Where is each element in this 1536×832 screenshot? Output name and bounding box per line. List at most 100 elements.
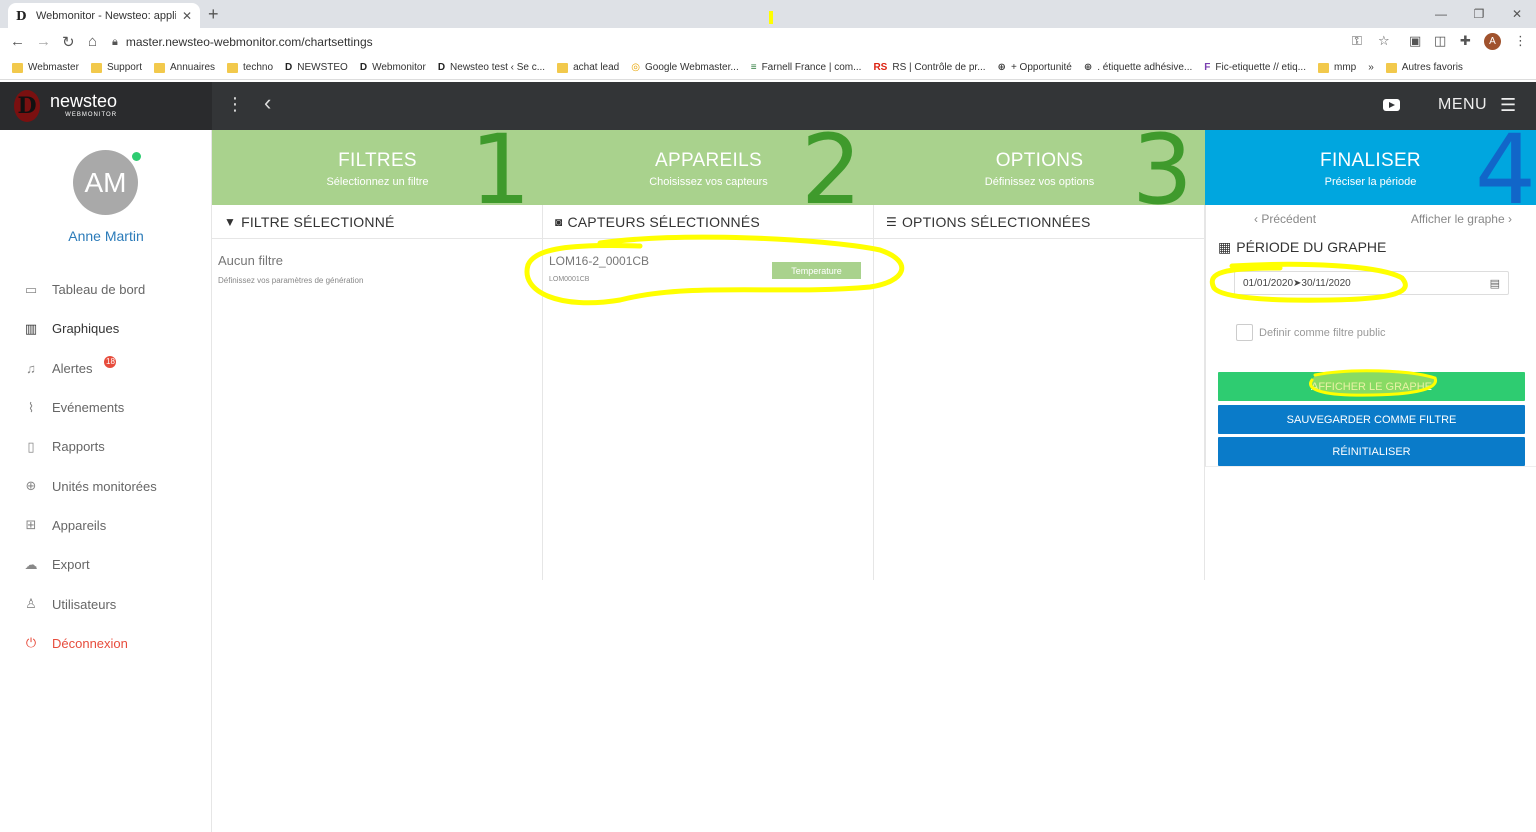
google-icon: ◎ bbox=[631, 62, 640, 73]
finalize-nav: ‹ Précédent Afficher le graphe › bbox=[1206, 205, 1536, 232]
public-filter-checkbox[interactable] bbox=[1236, 324, 1253, 341]
user-name[interactable]: Anne Martin bbox=[0, 228, 212, 244]
forward-arrow-icon[interactable]: → bbox=[36, 33, 51, 50]
bookmark-item[interactable]: mmp bbox=[1318, 62, 1356, 73]
sensor-type-badge: Temperature bbox=[772, 262, 861, 279]
extension-icon[interactable]: ▣ bbox=[1409, 33, 1421, 49]
step-subtitle: Sélectionnez un filtre bbox=[326, 176, 429, 188]
step-subtitle: Préciser la période bbox=[1324, 176, 1417, 188]
close-window-icon[interactable]: ✕ bbox=[1498, 0, 1536, 28]
calendar-picker-icon[interactable]: ▤ bbox=[1490, 277, 1500, 290]
bookmark-label: Webmaster bbox=[28, 62, 79, 73]
sidebar-item-user[interactable]: ♙ Utilisateurs bbox=[0, 584, 212, 623]
bookmark-item[interactable]: ⊕ . étiquette adhésive... bbox=[1084, 62, 1192, 73]
bookmark-item[interactable]: Autres favoris bbox=[1385, 62, 1463, 73]
lock-icon: 🔒︎ bbox=[112, 35, 118, 48]
bookmark-item[interactable]: Support bbox=[90, 62, 142, 73]
bookmark-item[interactable]: » bbox=[1368, 62, 1374, 73]
reset-button[interactable]: RÉINITIALISER bbox=[1218, 437, 1525, 466]
sidebar-item-label: Appareils bbox=[52, 517, 107, 533]
sidebar-item-book[interactable]: ▯ Rapports bbox=[0, 427, 212, 466]
step-finaliser[interactable]: 4 FINALISER Préciser la période bbox=[1205, 130, 1536, 205]
newsteo-logo[interactable]: D newsteo WEBMONITOR bbox=[0, 82, 212, 130]
close-tab-icon[interactable]: ✕ bbox=[182, 9, 192, 23]
home-icon[interactable]: ⌂ bbox=[88, 33, 97, 50]
sidebar-item-paperclip[interactable]: ⌇ Evénements bbox=[0, 388, 212, 427]
sidebar-item-cloud[interactable]: ☁ Export bbox=[0, 545, 212, 584]
step-subtitle: Choisissez vos capteurs bbox=[649, 176, 768, 188]
sidebar: AM Anne Martin ▭ Tableau de bord ▥ Graphiqu… bbox=[0, 130, 212, 832]
restore-icon[interactable]: ❐ bbox=[1460, 0, 1498, 28]
profile-avatar[interactable]: A bbox=[1484, 33, 1501, 50]
folder-icon bbox=[153, 62, 165, 73]
bookmark-item[interactable]: Webmaster bbox=[12, 62, 79, 73]
sensors-heading: ◙ CAPTEURS SÉLECTIONNÉS bbox=[543, 205, 873, 239]
bookmark-item[interactable]: D Newsteo test ‹ Se c... bbox=[438, 62, 545, 73]
sidebar-item-label: Evénements bbox=[52, 400, 125, 416]
youtube-icon[interactable] bbox=[1383, 99, 1400, 111]
collapse-sidebar-icon[interactable]: ‹ bbox=[264, 90, 271, 116]
bell-icon: ♫ bbox=[26, 360, 36, 376]
pocket-icon[interactable]: ◫ bbox=[1434, 33, 1446, 49]
bookmark-item[interactable]: Annuaires bbox=[153, 62, 215, 73]
more-vertical-icon[interactable]: ⋮ bbox=[1514, 33, 1527, 49]
sidebar-item-crosshair[interactable]: ⊕ Unités monitorées bbox=[0, 466, 212, 505]
filter-heading-text: FILTRE SÉLECTIONNÉ bbox=[241, 213, 395, 230]
save-as-filter-button[interactable]: SAUVEGARDER COMME FILTRE bbox=[1218, 405, 1525, 434]
logo-subtitle: WEBMONITOR bbox=[65, 112, 118, 118]
sidebar-item-label: Export bbox=[52, 557, 90, 573]
step-options[interactable]: 3 OPTIONS Définissez vos options bbox=[874, 130, 1205, 205]
bookmark-item[interactable]: RS RS | Contrôle de pr... bbox=[873, 62, 985, 73]
minimize-icon[interactable]: — bbox=[1422, 0, 1460, 28]
sidebar-item-label: Déconnexion bbox=[52, 635, 128, 651]
options-heading: ☰ OPTIONS SÉLECTIONNÉES bbox=[874, 205, 1204, 239]
bookmark-item[interactable]: achat lead bbox=[557, 62, 619, 73]
previous-link[interactable]: ‹ Précédent bbox=[1254, 212, 1316, 226]
list-icon: ☰ bbox=[886, 214, 897, 229]
sidebar-item-bar-chart[interactable]: ▥ Graphiques bbox=[0, 309, 212, 348]
window-controls: — ❐ ✕ bbox=[1422, 0, 1536, 28]
sidebar-item-label: Unités monitorées bbox=[52, 478, 157, 494]
sidebar-item-power[interactable]: ⏻ Déconnexion bbox=[0, 624, 212, 663]
reload-icon[interactable]: ↻ bbox=[62, 33, 75, 51]
new-tab-icon[interactable]: + bbox=[208, 4, 219, 25]
bookmark-item[interactable]: ◎ Google Webmaster... bbox=[631, 62, 738, 73]
hamburger-icon[interactable]: ☰ bbox=[1500, 95, 1516, 116]
bookmark-star-icon[interactable]: ☆ bbox=[1378, 33, 1390, 49]
rs-icon: RS bbox=[873, 62, 888, 73]
show-graph-button[interactable]: AFFICHER LE GRAPHE bbox=[1218, 372, 1525, 401]
rss-icon: ◙ bbox=[555, 214, 563, 229]
step-appareils[interactable]: 2 APPAREILS Choisissez vos capteurs bbox=[543, 130, 874, 205]
sidebar-item-grid[interactable]: ⊞ Appareils bbox=[0, 506, 212, 545]
back-arrow-icon[interactable]: ← bbox=[10, 33, 25, 50]
user-avatar[interactable]: AM bbox=[73, 150, 138, 215]
more-options-icon[interactable]: ⋮ bbox=[226, 94, 244, 115]
bookmark-item[interactable]: ≡ Farnell France | com... bbox=[751, 62, 862, 73]
bookmark-label: mmp bbox=[1334, 62, 1357, 73]
bookmark-item[interactable]: D Webmonitor bbox=[360, 62, 426, 73]
sensors-column: ◙ CAPTEURS SÉLECTIONNÉS LOM16-2_0001CB L… bbox=[543, 205, 874, 580]
date-range-value: 01/01/2020➤30/11/2020 bbox=[1243, 277, 1351, 289]
bookmark-label: + Opportunité bbox=[1010, 62, 1072, 73]
date-range-field[interactable]: 01/01/2020➤30/11/2020 ▤ bbox=[1234, 271, 1509, 295]
sensor-id: LOM0001CB bbox=[549, 276, 590, 283]
url-field[interactable]: 🔒︎ master.newsteo-webmonitor.com/chartse… bbox=[112, 31, 1402, 53]
filter-icon: ▼ bbox=[224, 214, 237, 229]
address-bar-row: ← → ↻ ⌂ 🔒︎ master.newsteo-webmonitor.com… bbox=[0, 28, 1536, 56]
bookmark-item[interactable]: ⊕ + Opportunité bbox=[998, 62, 1072, 73]
browser-tab[interactable]: D Webmonitor - Newsteo: application ✕ bbox=[8, 3, 200, 28]
key-icon[interactable]: ⚿ bbox=[1352, 33, 1362, 49]
sensor-name[interactable]: LOM16-2_0001CB bbox=[549, 254, 649, 268]
sidebar-item-monitor[interactable]: ▭ Tableau de bord bbox=[0, 270, 212, 309]
bookmark-item[interactable]: techno bbox=[227, 62, 273, 73]
menu-label[interactable]: MENU bbox=[1438, 96, 1487, 114]
bookmark-item[interactable]: D NEWSTEO bbox=[285, 62, 348, 73]
sidebar-item-bell[interactable]: ♫ Alertes 18 bbox=[0, 349, 212, 388]
bookmark-label: Newsteo test ‹ Se c... bbox=[450, 62, 546, 73]
step-filtres[interactable]: 1 FILTRES Sélectionnez un filtre bbox=[212, 130, 543, 205]
show-graph-link[interactable]: Afficher le graphe › bbox=[1411, 212, 1512, 226]
folder-icon bbox=[90, 62, 102, 73]
puzzle-icon[interactable]: ✚ bbox=[1460, 33, 1471, 49]
globe-icon: ⊕ bbox=[1083, 62, 1093, 73]
bookmark-item[interactable]: F Fic-etiquette // etiq... bbox=[1204, 62, 1306, 73]
